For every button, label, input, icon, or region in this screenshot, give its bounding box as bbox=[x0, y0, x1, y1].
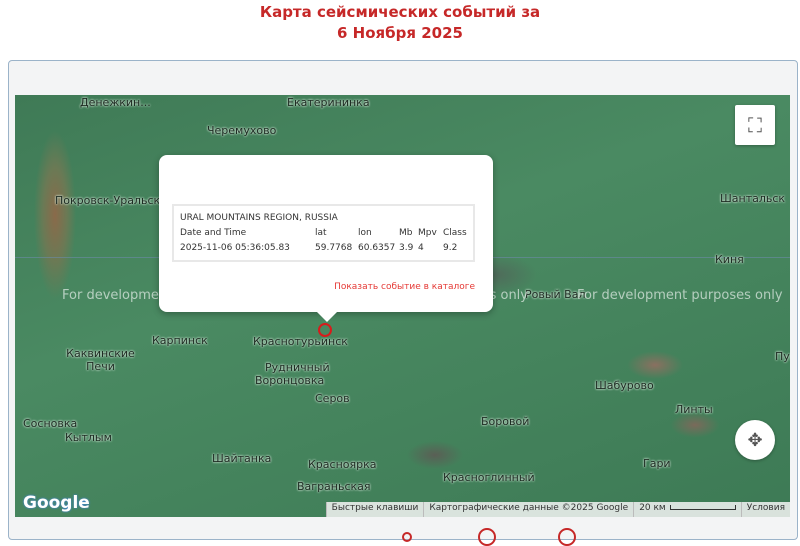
place-label: Кытлым bbox=[65, 431, 112, 444]
value-mpv: 4 bbox=[418, 243, 424, 253]
header-mpv: Mpv bbox=[418, 228, 437, 238]
place-label: Киня bbox=[715, 253, 744, 266]
pan-control-button[interactable]: ✥ bbox=[735, 420, 775, 460]
map-data-attribution: Картографические данные ©2025 Google bbox=[423, 502, 634, 517]
legend-circle-medium bbox=[478, 528, 496, 546]
place-label: Шайтанка bbox=[212, 452, 272, 465]
header-lon: lon bbox=[358, 228, 372, 238]
place-label: Ваграньская bbox=[297, 480, 371, 493]
place-label: Рудничный bbox=[265, 361, 330, 374]
value-lat: 59.7768 bbox=[315, 243, 353, 253]
google-logo: Google bbox=[23, 493, 90, 513]
value-class: 9.2 bbox=[443, 243, 458, 253]
dev-watermark: For development purposes only bbox=[577, 288, 783, 303]
page-title-date: 6 Ноября 2025 bbox=[337, 24, 463, 42]
event-table: URAL MOUNTAINS REGION, RUSSIA Date and T… bbox=[172, 204, 475, 262]
place-label: Краснотурьинск bbox=[253, 335, 348, 348]
event-region: URAL MOUNTAINS REGION, RUSSIA bbox=[180, 213, 338, 223]
event-info-popup: URAL MOUNTAINS REGION, RUSSIA Date and T… bbox=[159, 155, 493, 322]
place-label: Шантальск bbox=[720, 192, 786, 205]
keyboard-shortcuts-button[interactable]: Быстрые клавиши bbox=[325, 502, 424, 517]
place-label: Воронцовка bbox=[255, 374, 325, 387]
terms-link[interactable]: Условия bbox=[740, 502, 790, 517]
magnitude-legend bbox=[0, 524, 800, 546]
place-label: Красноглинный bbox=[443, 471, 535, 484]
header-lat: lat bbox=[315, 228, 327, 238]
fullscreen-icon: ⛶ bbox=[748, 113, 762, 137]
pan-arrows-icon: ✥ bbox=[747, 429, 763, 451]
scale-line bbox=[669, 505, 736, 510]
place-label: Серов bbox=[315, 392, 350, 405]
place-label: Денежкин... bbox=[80, 96, 151, 109]
place-label: Сосновка bbox=[23, 417, 78, 430]
scale-bar[interactable]: 20 км bbox=[633, 502, 741, 517]
place-label: Шабурово bbox=[595, 379, 654, 392]
place-label: Покровск-Уральский bbox=[55, 194, 175, 207]
header-datetime: Date and Time bbox=[180, 228, 247, 238]
header-mb: Mb bbox=[399, 228, 413, 238]
value-datetime: 2025-11-06 05:36:05.83 bbox=[180, 243, 290, 253]
page-title-line1: Карта сейсмических событий за bbox=[259, 3, 541, 21]
earthquake-marker[interactable] bbox=[318, 323, 332, 337]
place-label: Линты bbox=[675, 403, 713, 416]
map-attribution: Быстрые клавиши Картографические данные … bbox=[325, 502, 790, 517]
place-label: Карпинск bbox=[152, 334, 208, 347]
place-label: Гари bbox=[643, 457, 671, 470]
fullscreen-button[interactable]: ⛶ bbox=[735, 105, 775, 145]
legend-circle-small bbox=[402, 532, 412, 542]
header-class: Class bbox=[443, 228, 467, 238]
place-label: Екатерининка bbox=[287, 96, 370, 109]
place-label: Красноярка bbox=[308, 458, 377, 471]
seismic-map[interactable]: Денежкин... Екатерининка Черемухово Покр… bbox=[15, 95, 790, 517]
value-mb: 3.9 bbox=[399, 243, 414, 253]
place-label: Боровой bbox=[481, 415, 530, 428]
place-label: Пуксин bbox=[775, 350, 790, 363]
place-label: Каквинские Печи bbox=[66, 347, 135, 373]
place-label: Черемухово bbox=[207, 124, 277, 137]
legend-circle-large bbox=[558, 528, 576, 546]
show-in-catalog-link[interactable]: Показать событие в каталоге bbox=[334, 282, 475, 292]
value-lon: 60.6357 bbox=[358, 243, 396, 253]
